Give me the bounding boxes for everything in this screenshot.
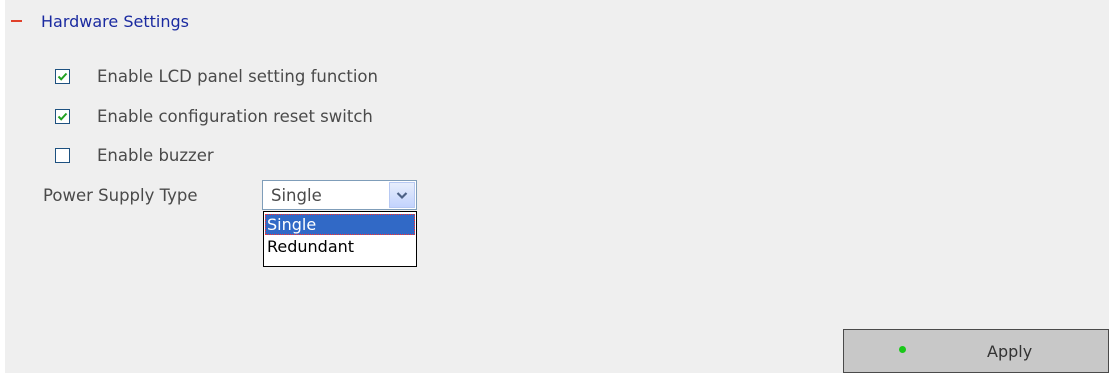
lcd-panel-checkbox[interactable] <box>55 68 70 84</box>
reset-switch-label: Enable configuration reset switch <box>97 106 373 126</box>
apply-button[interactable]: Apply <box>843 329 1109 373</box>
checkmark-icon <box>57 112 68 121</box>
buzzer-label: Enable buzzer <box>97 145 214 165</box>
collapse-minus-icon[interactable] <box>11 20 22 22</box>
section-header[interactable]: Hardware Settings <box>9 10 189 32</box>
power-supply-label: Power Supply Type <box>43 185 198 205</box>
chevron-down-icon[interactable] <box>389 182 415 208</box>
buzzer-checkbox[interactable] <box>55 147 70 163</box>
dropdown-option-single[interactable]: Single <box>265 214 415 235</box>
reset-switch-checkbox[interactable] <box>55 108 70 124</box>
hardware-settings-panel: Hardware Settings Enable LCD panel setti… <box>5 0 1109 373</box>
lcd-panel-label: Enable LCD panel setting function <box>97 66 378 86</box>
green-dot-icon <box>899 346 906 353</box>
checkmark-icon <box>57 72 68 81</box>
power-supply-row: Power Supply Type <box>43 180 198 210</box>
apply-label: Apply <box>987 342 1033 361</box>
power-supply-dropdown: Single Redundant <box>263 211 417 267</box>
option-reset-switch[interactable]: Enable configuration reset switch <box>55 104 373 128</box>
option-lcd-panel[interactable]: Enable LCD panel setting function <box>55 64 378 88</box>
option-buzzer[interactable]: Enable buzzer <box>55 143 214 167</box>
power-supply-select[interactable]: Single <box>262 180 417 210</box>
section-title: Hardware Settings <box>41 11 189 31</box>
dropdown-option-redundant[interactable]: Redundant <box>265 236 415 257</box>
power-supply-selected-value: Single <box>271 186 322 205</box>
